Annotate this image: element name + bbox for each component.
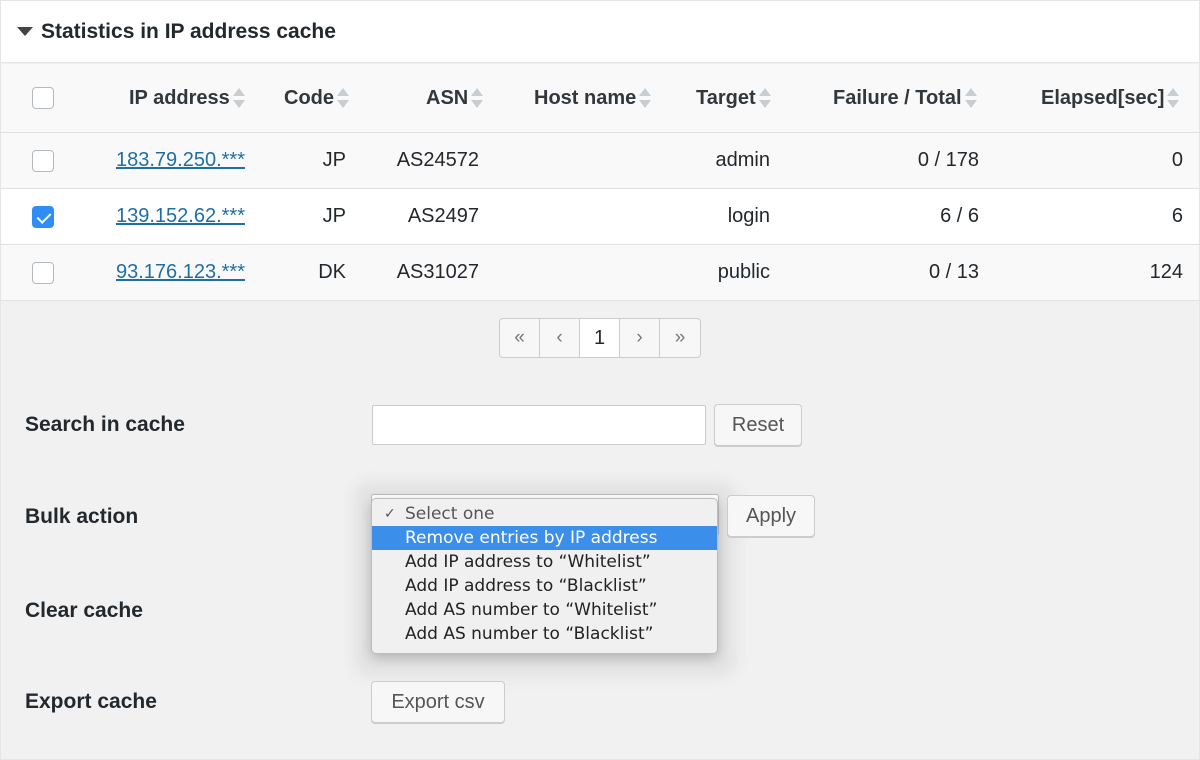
sort-icon — [758, 87, 771, 109]
first-page-button[interactable]: « — [500, 319, 540, 357]
sort-icon — [471, 87, 484, 109]
row-select-cell — [32, 189, 54, 244]
row-select-cell — [32, 245, 54, 300]
code-cell: JP — [322, 205, 346, 227]
checkmark-icon: ✓ — [384, 506, 396, 522]
apply-button[interactable]: Apply — [727, 495, 815, 537]
row-select-cell — [32, 133, 54, 188]
row-checkbox[interactable] — [32, 149, 54, 172]
asn-cell: AS2497 — [407, 205, 479, 227]
target-cell: public — [717, 261, 770, 283]
target-cell: login — [727, 205, 770, 227]
sort-icon — [1167, 87, 1180, 109]
failure-total-cell: 0 / 13 — [928, 261, 979, 283]
sort-icon — [232, 87, 245, 109]
menu-item-as-whitelist[interactable]: Add AS number to “Whitelist” — [372, 598, 717, 622]
search-label: Search in cache — [25, 413, 185, 436]
row-checkbox-checked[interactable] — [32, 205, 54, 228]
menu-item-ip-whitelist[interactable]: Add IP address to “Whitelist” — [372, 550, 717, 574]
pagination: « ‹ 1 › » — [499, 318, 701, 358]
asn-cell: AS31027 — [396, 261, 479, 283]
ip-cell: 183.79.250.*** — [81, 133, 245, 188]
sort-icon — [337, 87, 349, 109]
panel-title: Statistics in IP address cache — [41, 20, 336, 43]
collapse-arrow-icon[interactable] — [17, 27, 33, 36]
column-ip-address[interactable]: IP address — [129, 64, 245, 132]
table-row: 139.152.62.*** JP AS2497 login 6 / 6 6 — [1, 189, 1199, 245]
menu-item-select-one[interactable]: ✓ Select one — [372, 502, 717, 526]
ip-cell: 139.152.62.*** — [81, 189, 245, 244]
elapsed-cell: 6 — [1171, 205, 1183, 227]
export-csv-button[interactable]: Export csv — [371, 681, 505, 723]
menu-item-ip-blacklist[interactable]: Add IP address to “Blacklist” — [372, 574, 717, 598]
select-all-cell — [32, 64, 54, 132]
select-all-checkbox[interactable] — [32, 87, 54, 109]
asn-cell: AS24572 — [396, 149, 479, 171]
bulk-action-label: Bulk action — [25, 505, 139, 528]
menu-item-remove-by-ip[interactable]: Remove entries by IP address — [372, 526, 717, 550]
sort-icon — [639, 87, 652, 109]
elapsed-cell: 124 — [1149, 261, 1183, 283]
table-header-row: IP address Code ASN Host name Target Fai… — [1, 64, 1199, 133]
failure-total-cell: 0 / 178 — [917, 149, 979, 171]
host-cell — [521, 189, 661, 244]
host-cell — [521, 245, 661, 300]
ip-address-link[interactable]: 183.79.250.*** — [116, 149, 245, 172]
elapsed-cell: 0 — [1171, 149, 1183, 171]
ip-address-link[interactable]: 93.176.123.*** — [116, 261, 245, 284]
prev-page-button[interactable]: ‹ — [540, 319, 580, 357]
current-page[interactable]: 1 — [580, 319, 620, 357]
column-code[interactable]: Code — [284, 64, 349, 132]
ip-cell: 93.176.123.*** — [81, 245, 245, 300]
target-cell: admin — [715, 149, 770, 171]
row-checkbox[interactable] — [32, 261, 54, 284]
ip-address-link[interactable]: 139.152.62.*** — [116, 205, 245, 228]
ip-cache-panel: Statistics in IP address cache IP addres… — [0, 0, 1200, 760]
bulk-action-menu: ✓ Select one Remove entries by IP addres… — [371, 498, 718, 654]
column-failure-total[interactable]: Failure / Total — [833, 64, 977, 132]
column-asn[interactable]: ASN — [426, 64, 484, 132]
search-input[interactable] — [372, 405, 706, 445]
reset-button[interactable]: Reset — [714, 404, 802, 446]
column-elapsed[interactable]: Elapsed[sec] — [1041, 64, 1180, 132]
panel-header[interactable]: Statistics in IP address cache — [1, 1, 1199, 63]
clear-cache-label: Clear cache — [25, 599, 143, 622]
code-cell: JP — [322, 149, 346, 171]
last-page-button[interactable]: » — [660, 319, 700, 357]
sort-icon — [964, 87, 977, 109]
cache-table: IP address Code ASN Host name Target Fai… — [1, 64, 1199, 301]
column-host-name[interactable]: Host name — [534, 64, 652, 132]
table-row: 93.176.123.*** DK AS31027 public 0 / 13 … — [1, 245, 1199, 301]
export-cache-label: Export cache — [25, 690, 157, 713]
host-cell — [521, 133, 661, 188]
table-row: 183.79.250.*** JP AS24572 admin 0 / 178 … — [1, 133, 1199, 189]
menu-item-as-blacklist[interactable]: Add AS number to “Blacklist” — [372, 622, 717, 646]
failure-total-cell: 6 / 6 — [940, 205, 979, 227]
code-cell: DK — [318, 261, 346, 283]
column-target[interactable]: Target — [696, 64, 771, 132]
next-page-button[interactable]: › — [620, 319, 660, 357]
